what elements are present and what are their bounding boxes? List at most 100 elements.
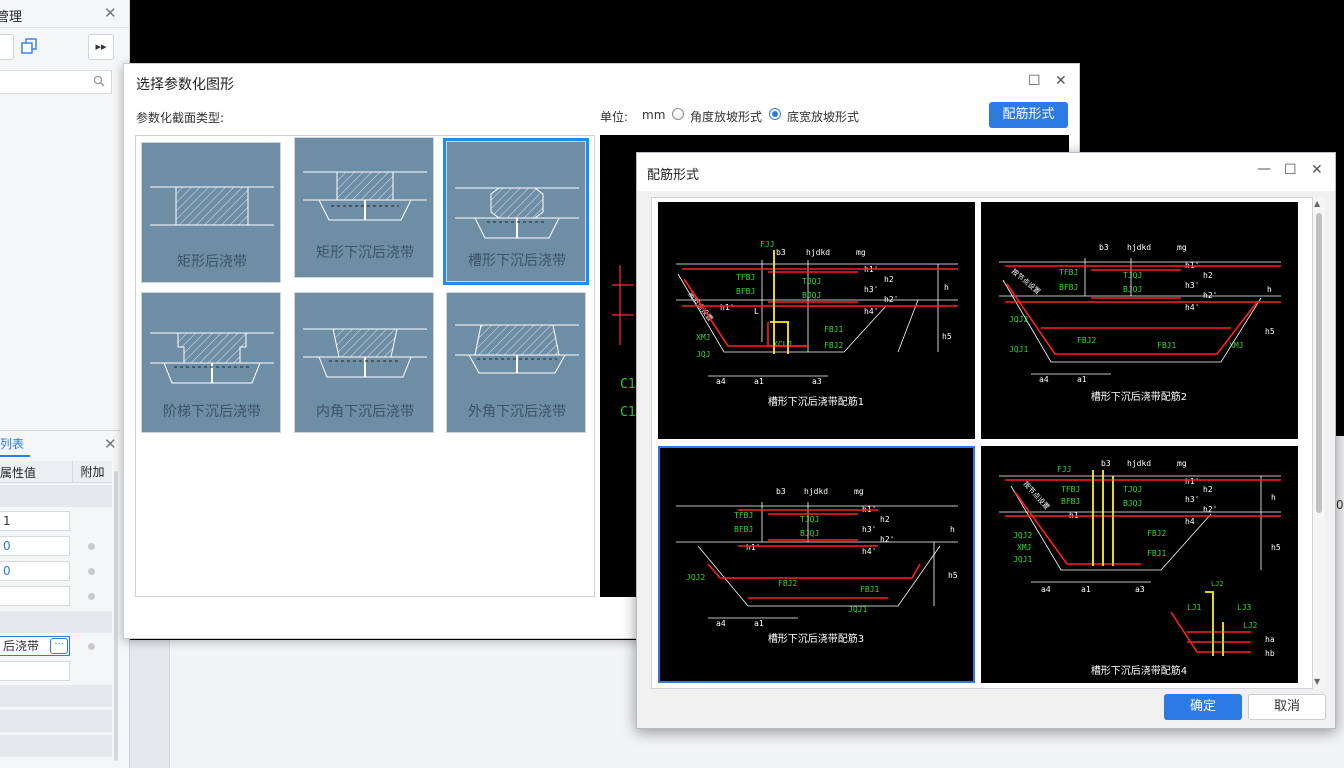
maximize-icon[interactable]: ☐ (1028, 73, 1041, 89)
cad-label: a3 (812, 377, 822, 386)
cad-label: BFBJ (1059, 283, 1078, 292)
property-group-row[interactable] (0, 485, 112, 507)
radio-width-slope[interactable] (769, 108, 781, 120)
cad-label: FJJ (760, 240, 774, 249)
project-manager-panel: 管理 ✕ ▸▸ 列表 ✕ 属性值 附加 1 0 0 后浇带 ··· (0, 0, 130, 768)
cad-label: h2' (884, 295, 898, 304)
cad-label: TFBJ (734, 511, 753, 520)
minimize-icon[interactable]: — (1257, 161, 1271, 177)
cad-label: b3 (1101, 459, 1111, 468)
cad-label: mg (1177, 459, 1187, 468)
cad-label: XCLJ (773, 340, 792, 349)
shape-tile-rect-sunken[interactable]: 矩形下沉后浇带 (294, 137, 434, 278)
cad-label: h1' (1185, 477, 1199, 486)
more-button[interactable]: ▸▸ (88, 34, 114, 60)
cad-label: h5 (948, 571, 958, 580)
property-group-row[interactable] (0, 685, 112, 707)
tile-label: 矩形后浇带 (177, 254, 247, 270)
cad-label: JQJ2 (1013, 531, 1032, 540)
property-group-row[interactable] (0, 735, 112, 757)
property-value-cell[interactable] (0, 586, 70, 606)
close-icon[interactable]: ✕ (1055, 73, 1067, 89)
shape-tile-trough-sunken[interactable]: 槽形下沉后浇带 (443, 138, 589, 285)
cad-label: hjdkd (1127, 459, 1151, 468)
property-value-cell[interactable]: 0 (0, 536, 70, 556)
cad-label: BFBJ (734, 525, 753, 534)
cad-label: h3' (864, 285, 878, 294)
property-group-row[interactable] (0, 710, 112, 732)
rebar-option-2[interactable]: TFBJ BFBJ TJQJ BJQJ JQJ2 JQJ1 FBJ2 FBJ1 … (981, 202, 1298, 439)
scroll-up-icon[interactable]: ▲ (1314, 199, 1320, 208)
rebar-option-4[interactable]: FJJ TFBJ BFBJ TJQJ BJQJ JQJ2 XMJ JQJ1 FB… (981, 446, 1298, 683)
shape-tile-outer-corner-sunken[interactable]: 外角下沉后浇带 (446, 292, 586, 433)
cad-label: FBJ1 (824, 325, 843, 334)
rebar-option-3[interactable]: TFBJ BFBJ TJQJ BJQJ JQJ2 FBJ2 FBJ1 JQJ1 … (658, 446, 975, 683)
options-scrollbar[interactable]: ▲ ▼ (1313, 197, 1325, 689)
cad-label: FBJ1 (860, 585, 879, 594)
ok-button[interactable]: 确定 (1164, 694, 1242, 720)
cad-label: h (944, 283, 949, 292)
preview-label: C1 (620, 405, 636, 420)
cad-label: LJ2 (1211, 580, 1224, 588)
cancel-button[interactable]: 取消 (1248, 694, 1326, 720)
unit-label: 单位: (600, 110, 629, 124)
cad-label: FBJ1 (1157, 341, 1176, 350)
cad-label: mg (1177, 243, 1187, 252)
radio-width-slope-label[interactable]: 底宽放坡形式 (787, 108, 859, 125)
property-value-cell[interactable] (0, 661, 70, 681)
rebar-drawing: TFBJ BFBJ TJQJ BJQJ JQJ2 JQJ1 FBJ2 FBJ1 … (999, 243, 1281, 403)
scroll-thumb[interactable] (1316, 213, 1322, 513)
panel-close-icon[interactable]: ✕ (104, 4, 117, 22)
extra-checkbox[interactable] (88, 543, 95, 550)
ellipsis-button[interactable]: ··· (50, 638, 68, 654)
toolbar-button[interactable] (0, 34, 14, 60)
cad-label: ha (1265, 635, 1275, 644)
option-caption: 槽形下沉后浇带配筋1 (768, 395, 864, 408)
cad-label: hb (1265, 649, 1275, 658)
cad-label: LJ1 (1187, 603, 1202, 612)
preview-label: C1 (620, 377, 636, 392)
cad-label: BJQJ (1123, 285, 1142, 294)
maximize-icon[interactable]: ☐ (1284, 162, 1297, 178)
property-close-icon[interactable]: ✕ (104, 435, 117, 453)
radio-angle-slope-label[interactable]: 角度放坡形式 (690, 108, 762, 125)
rebar-form-button[interactable]: 配筋形式 (989, 102, 1068, 128)
tab-property-list[interactable]: 列表 (0, 431, 30, 457)
cad-label: JQJ1 (1009, 345, 1028, 354)
cad-label: b3 (776, 487, 786, 496)
cad-label: BFBJ (736, 287, 755, 296)
cad-label: a4 (716, 377, 726, 386)
cad-label: h (1271, 493, 1276, 502)
shape-tile-rect[interactable]: 矩形后浇带 (141, 142, 281, 283)
property-value-cell[interactable]: 1 (0, 511, 70, 531)
extra-checkbox[interactable] (88, 568, 95, 575)
close-icon[interactable]: ✕ (1311, 162, 1323, 178)
cad-label: BJQJ (802, 291, 821, 300)
shape-tile-inner-corner-sunken[interactable]: 内角下沉后浇带 (294, 292, 434, 433)
scroll-down-icon[interactable]: ▼ (1314, 677, 1320, 686)
extra-checkbox[interactable] (88, 593, 95, 600)
tile-label: 内角下沉后浇带 (316, 404, 414, 420)
cad-label: h4' (1185, 303, 1199, 312)
cad-label: TJQJ (1123, 485, 1142, 494)
rebar-option-1[interactable]: FJJ TFBJ BFBJ TJQJ BJQJ XMJ JQJ XCLJ FBJ… (658, 202, 975, 439)
cad-label: h2' (880, 535, 894, 544)
shape-tile-step-sunken[interactable]: 阶梯下沉后浇带 (141, 292, 281, 433)
property-group-row[interactable] (0, 611, 112, 633)
cad-label: TJQJ (800, 515, 819, 524)
cad-label: hjdkd (1127, 243, 1151, 252)
extra-checkbox[interactable] (88, 643, 95, 650)
radio-angle-slope[interactable] (672, 108, 684, 120)
property-scrollbar[interactable] (114, 471, 118, 761)
cad-label: FBJ2 (824, 341, 843, 350)
cad-label: h5 (1271, 543, 1281, 552)
search-input[interactable] (0, 70, 112, 94)
copy-button[interactable] (16, 34, 42, 60)
rebar-drawing: FJJ TFBJ BFBJ TJQJ BJQJ JQJ2 XMJ JQJ1 FB… (999, 459, 1281, 677)
panel-title: 管理 (0, 10, 23, 25)
cad-label: h2 (884, 275, 894, 284)
cad-label: h2 (1203, 485, 1213, 494)
cad-label: h4' (864, 307, 878, 316)
property-value-cell[interactable]: 0 (0, 561, 70, 581)
rebar-options-grid: FJJ TFBJ BFBJ TJQJ BJQJ XMJ JQJ XCLJ FBJ… (651, 197, 1313, 689)
